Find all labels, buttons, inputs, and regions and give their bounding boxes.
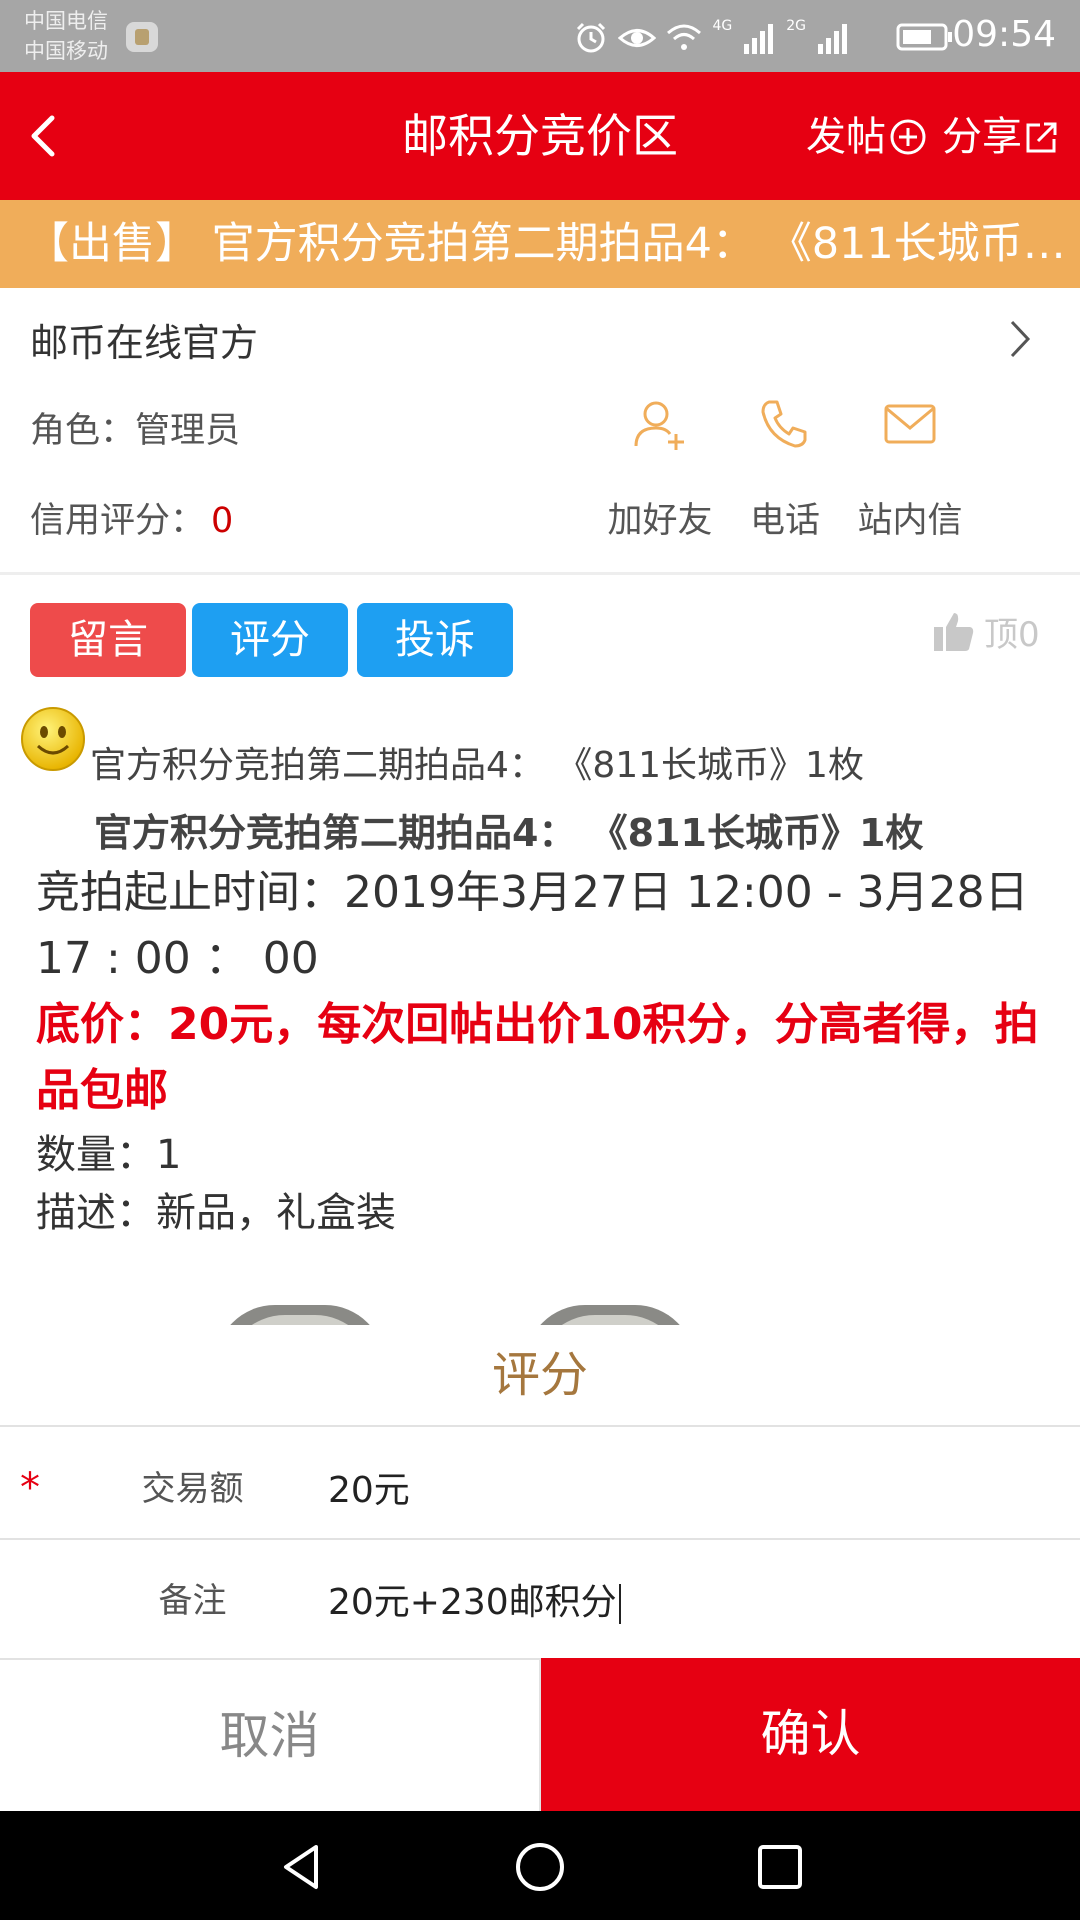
comment-button[interactable]: 留言 (30, 603, 186, 677)
message-button[interactable]: 站内信 (845, 394, 975, 544)
system-nav-bar (0, 1811, 1080, 1920)
like-button[interactable]: 顶0 (932, 606, 1040, 656)
author-role: 角色：管理员 (30, 402, 240, 453)
carrier-app-icon (126, 22, 158, 52)
coin-image-left (215, 1305, 385, 1325)
smiley-icon (21, 707, 85, 771)
author-credit: 信用评分： 0 (30, 492, 233, 543)
amount-input[interactable]: 20元 (328, 1461, 410, 1513)
credit-label: 信用评分： (30, 501, 206, 541)
carrier-2: 中国移动 (24, 39, 108, 63)
text-cursor (618, 1584, 621, 1624)
phone-icon (761, 400, 807, 448)
home-circle-icon[interactable] (512, 1839, 568, 1895)
cancel-button[interactable]: 取消 (0, 1658, 539, 1811)
chevron-right-icon (1010, 320, 1031, 358)
network-2-label: 2G (786, 18, 806, 34)
carrier-info: 中国电信 中国移动 (24, 6, 108, 66)
post-subject: 官方积分竞拍第二期拍品4： 《811长城币》1枚 (90, 745, 864, 786)
clock: 09:54 (952, 14, 1056, 55)
alarm-icon (577, 22, 606, 53)
back-triangle-icon[interactable] (274, 1839, 330, 1895)
share-icon (1026, 122, 1057, 153)
phone-button[interactable]: 电话 (720, 394, 850, 544)
network-1-label: 4G (712, 18, 733, 34)
auction-price-rule: 底价：20元，每次回帖出价10积分，分高者得，拍品包邮 (36, 999, 1039, 1116)
plus-circle-icon (890, 119, 926, 155)
recent-square-icon[interactable] (752, 1839, 808, 1895)
author-profile-link[interactable] (1000, 314, 1040, 364)
signal-2-icon (818, 24, 847, 54)
dialog-separator (0, 1425, 1080, 1427)
battery-icon (896, 23, 952, 51)
rating-dialog: 评分 * 交易额 20元 备注 20元+230邮积分 取消 确认 (0, 1325, 1080, 1811)
auction-time: 竞拍起止时间：2019年3月27日 12:00 - 3月28日17 : 00 ：… (36, 867, 1029, 984)
add-friend-icon (634, 401, 684, 450)
status-bar: 中国电信 中国移动 4G 2G 09:54 (0, 0, 1080, 72)
signal-1-icon (744, 24, 774, 54)
note-value: 20元+230邮积分 (328, 1582, 617, 1623)
share-label: 分享 (942, 114, 1022, 160)
mail-icon (884, 404, 936, 444)
coin-image-preview (0, 1290, 1080, 1325)
status-icons: 4G 2G (574, 18, 850, 58)
add-friend-button[interactable]: 加好友 (595, 394, 725, 544)
confirm-button[interactable]: 确认 (541, 1658, 1080, 1811)
field-separator (0, 1538, 1080, 1540)
dialog-title: 评分 (491, 1347, 588, 1403)
like-count: 0 (1018, 614, 1040, 655)
like-label: 顶 (984, 614, 1018, 655)
post-bold-title: 官方积分竞拍第二期拍品4： 《811长城币》1枚 (94, 811, 924, 855)
amount-label: 交易额 (141, 1469, 244, 1509)
required-mark: * (20, 1465, 40, 1511)
post-label: 发帖 (806, 114, 886, 160)
wifi-icon (667, 24, 702, 50)
role-label: 角色： (30, 411, 136, 451)
message-label: 站内信 (857, 501, 963, 541)
coin-image-right (525, 1305, 695, 1325)
role-value: 管理员 (135, 411, 241, 451)
top-nav-bar: 邮积分竞价区 发帖 分享 (0, 72, 1080, 200)
author-name[interactable]: 邮币在线官方 (30, 312, 258, 367)
note-input[interactable]: 20元+230邮积分 (328, 1573, 621, 1625)
post-button[interactable]: 发帖 (806, 102, 928, 172)
share-button[interactable]: 分享 (942, 102, 1058, 172)
like-text: 顶0 (984, 607, 1040, 656)
description: 描述：新品，礼盒装 (36, 1190, 396, 1236)
eye-icon (618, 29, 657, 47)
quantity: 数量：1 (36, 1132, 182, 1178)
rate-button[interactable]: 评分 (192, 603, 348, 677)
complain-button[interactable]: 投诉 (357, 603, 513, 677)
thread-title-banner: 【出售】 官方积分竞拍第二期拍品4： 《811长城币》1枚 (0, 200, 1080, 288)
thumbs-up-icon (934, 613, 974, 651)
note-label: 备注 (158, 1581, 227, 1621)
credit-value: 0 (211, 501, 234, 541)
section-divider (0, 572, 1080, 575)
carrier-1: 中国电信 (24, 9, 108, 33)
